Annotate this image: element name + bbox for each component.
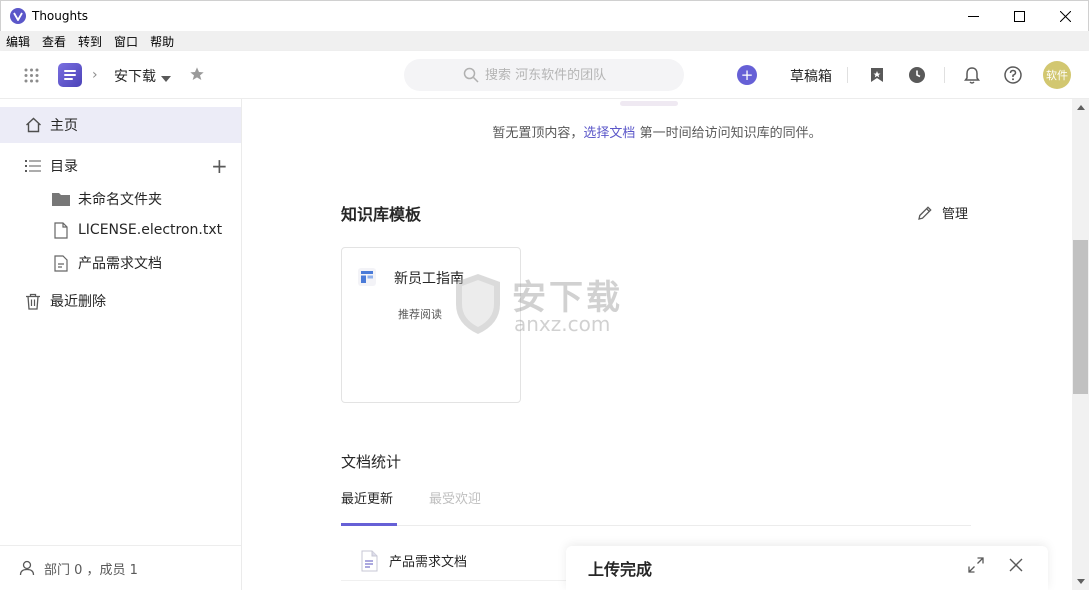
empty-pinned-suffix: 第一时间给访问知识库的同伴。	[635, 126, 822, 141]
user-avatar[interactable]: 软件	[1043, 61, 1071, 89]
breadcrumb-space-name[interactable]: 安下载	[114, 66, 156, 86]
search-input[interactable]	[485, 67, 625, 83]
sidebar-item-label: 主页	[50, 118, 78, 134]
drafts-button[interactable]: 草稿箱	[790, 66, 832, 86]
workspace-logo-icon[interactable]	[58, 63, 82, 87]
manage-templates-button[interactable]: 管理	[917, 203, 968, 222]
app-logo-icon	[10, 8, 26, 24]
template-layout-icon	[358, 268, 376, 286]
trash-icon	[24, 292, 42, 310]
window-title: Thoughts	[32, 9, 89, 23]
add-catalog-button[interactable]: +	[211, 156, 228, 176]
title-bar: Thoughts	[0, 0, 1089, 31]
header-divider	[847, 67, 848, 83]
sidebar-item-trash[interactable]: 最近删除	[24, 291, 106, 311]
list-icon	[24, 157, 42, 175]
user-icon	[18, 559, 36, 577]
vertical-scrollbar[interactable]	[1072, 99, 1089, 590]
file-icon	[52, 221, 70, 239]
sidebar-item-label: 未命名文件夹	[78, 192, 162, 208]
caret-down-icon[interactable]	[161, 71, 171, 86]
scroll-up-arrow-icon[interactable]	[1072, 99, 1089, 116]
template-card-title: 新员工指南	[394, 271, 464, 287]
create-plus-icon[interactable]: +	[737, 65, 757, 85]
template-card-subtitle: 推荐阅读	[398, 308, 442, 321]
sidebar-item-label: 最近删除	[50, 294, 106, 310]
menu-window[interactable]: 窗口	[114, 33, 138, 50]
template-card[interactable]: 新员工指南 推荐阅读	[341, 247, 521, 403]
sidebar-item-label: 目录	[50, 159, 78, 175]
scroll-down-arrow-icon[interactable]	[1072, 573, 1089, 590]
sidebar-item-license-file[interactable]: LICENSE.electron.txt	[52, 221, 222, 239]
menu-edit[interactable]: 编辑	[6, 33, 30, 50]
history-clock-icon[interactable]	[907, 65, 927, 85]
breadcrumb-chevron-icon: ›	[92, 67, 98, 83]
menu-goto[interactable]: 转到	[78, 33, 102, 50]
pinned-placeholder-graphic	[620, 101, 678, 106]
document-icon	[359, 550, 379, 572]
home-icon	[24, 116, 42, 134]
tab-most-popular[interactable]: 最受欢迎	[429, 488, 481, 507]
manage-label: 管理	[942, 207, 969, 222]
templates-section-title: 知识库模板	[341, 205, 422, 224]
app-header: › 安下载 + 草稿箱 软件	[0, 51, 1089, 99]
minimize-button[interactable]	[950, 1, 996, 32]
upload-status-title: 上传完成	[588, 560, 653, 579]
menu-view[interactable]: 查看	[42, 33, 66, 50]
document-title: 产品需求文档	[389, 555, 468, 570]
close-window-button[interactable]	[1042, 1, 1088, 32]
menu-bar: 编辑 查看 转到 窗口 帮助	[0, 31, 1089, 51]
pencil-icon	[918, 205, 932, 220]
empty-pinned-prefix: 暂无置顶内容，	[492, 126, 584, 141]
tab-recent-updates[interactable]: 最近更新	[341, 488, 393, 507]
member-stats-text: 部门 0 ，成员 1	[44, 562, 138, 578]
upload-status-panel: 上传完成	[566, 546, 1048, 590]
sidebar: 主页 目录 + 未命名文件夹 LICENSE.electron.txt 产品需求…	[0, 99, 242, 590]
sidebar-item-product-doc[interactable]: 产品需求文档	[52, 253, 162, 273]
bell-icon[interactable]	[962, 65, 982, 85]
document-row[interactable]: 产品需求文档	[341, 541, 581, 581]
star-icon[interactable]	[189, 66, 205, 86]
header-divider	[944, 67, 945, 83]
stats-section-title: 文档统计	[341, 453, 402, 471]
sidebar-item-home[interactable]: 主页	[0, 107, 241, 143]
active-tab-indicator	[341, 523, 397, 526]
sidebar-item-label: LICENSE.electron.txt	[78, 222, 223, 238]
tabs-divider	[341, 525, 971, 526]
bookmark-icon[interactable]	[867, 65, 887, 85]
search-box[interactable]	[404, 59, 684, 91]
folder-icon	[52, 190, 70, 208]
sidebar-item-catalog[interactable]: 目录	[24, 156, 78, 176]
sidebar-item-label: 产品需求文档	[78, 256, 162, 272]
close-panel-icon[interactable]	[1006, 555, 1026, 575]
member-stats-footer[interactable]: 部门 0 ，成员 1	[0, 545, 241, 590]
expand-icon[interactable]	[966, 555, 986, 575]
document-icon	[52, 254, 70, 272]
help-icon[interactable]	[1003, 65, 1023, 85]
scrollbar-thumb[interactable]	[1073, 240, 1088, 394]
window-controls	[950, 1, 1088, 32]
main-content: 暂无置顶内容，选择文档 第一时间给访问知识库的同伴。 知识库模板 管理 新员工指…	[242, 99, 1072, 590]
maximize-button[interactable]	[996, 1, 1042, 32]
select-document-link[interactable]: 选择文档	[583, 126, 635, 141]
search-icon	[463, 67, 479, 83]
empty-pinned-message: 暂无置顶内容，选择文档 第一时间给访问知识库的同伴。	[242, 122, 1072, 141]
menu-help[interactable]: 帮助	[150, 33, 174, 50]
sidebar-item-folder[interactable]: 未命名文件夹	[52, 189, 162, 209]
apps-grid-icon[interactable]	[24, 68, 39, 83]
